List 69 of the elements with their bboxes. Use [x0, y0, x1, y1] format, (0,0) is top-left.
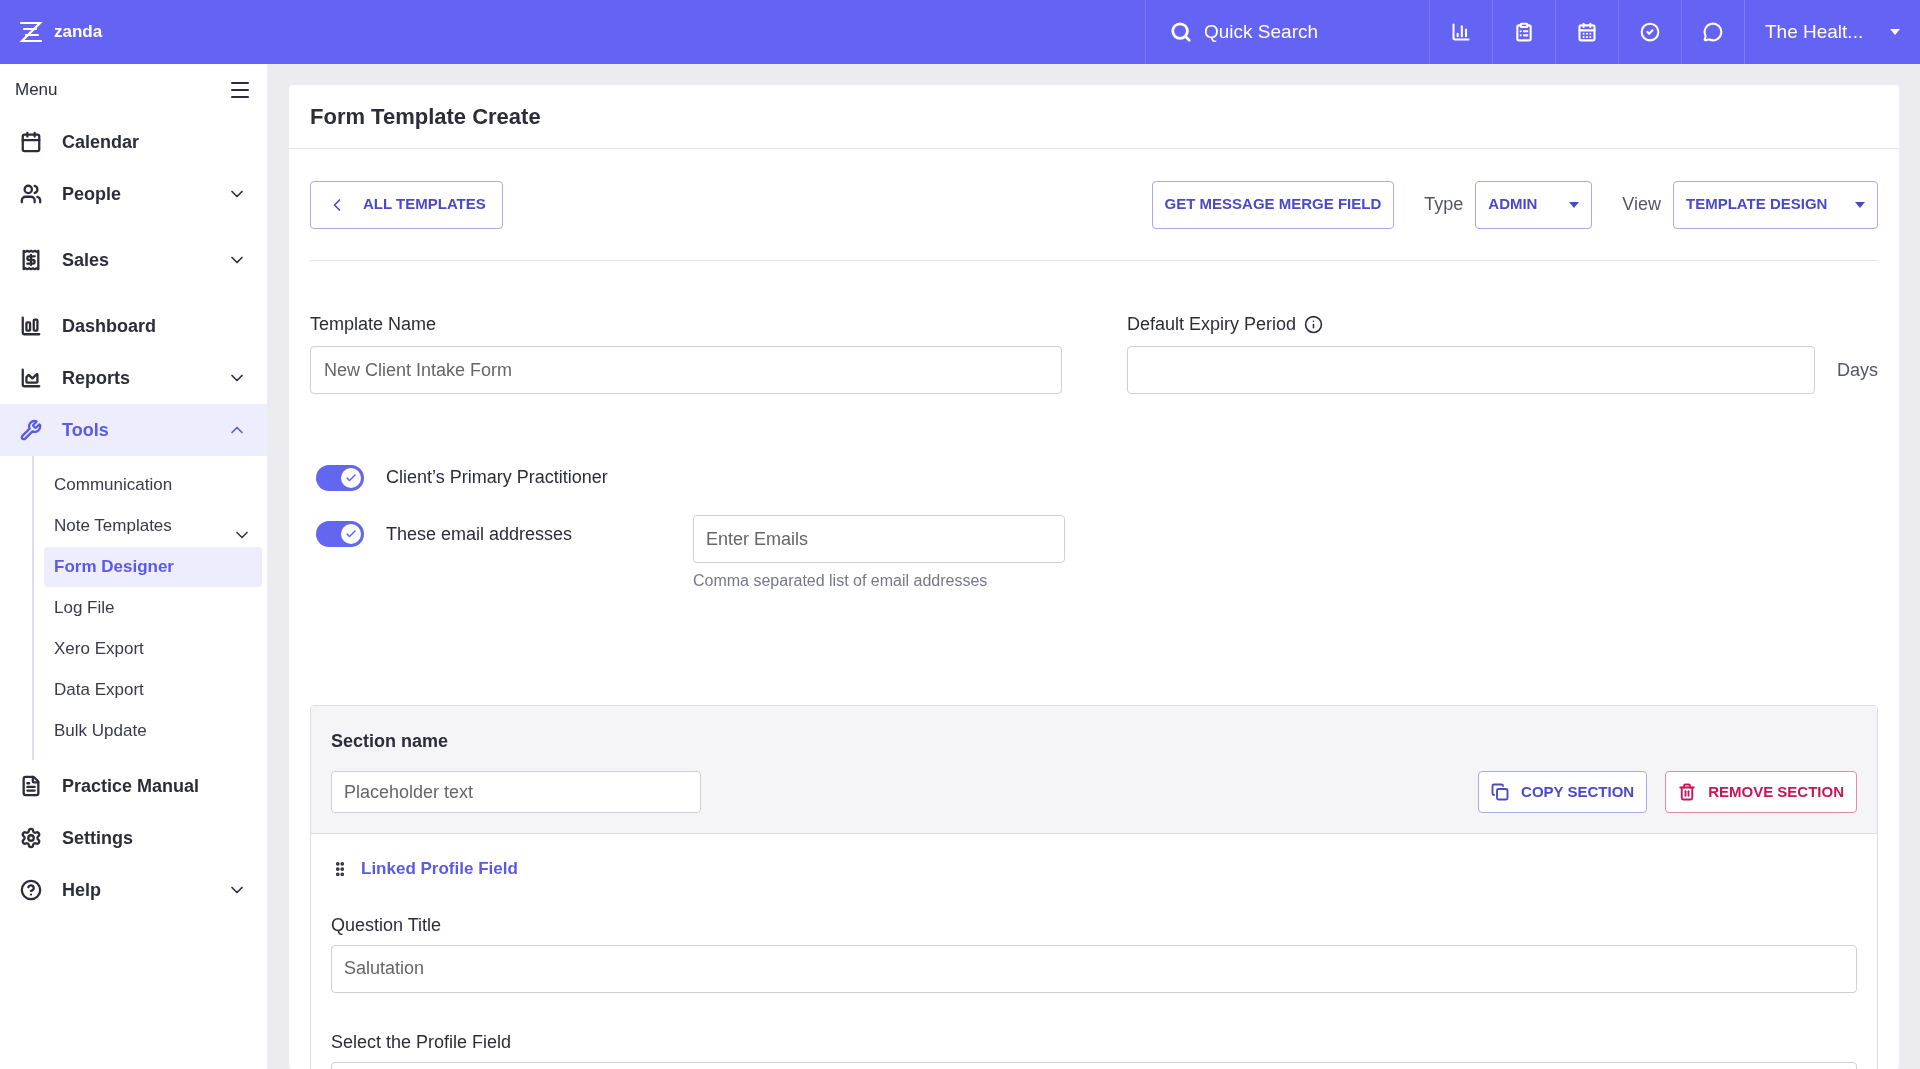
toggle-label: These email addresses — [386, 523, 574, 546]
info-icon[interactable] — [1304, 315, 1324, 334]
section-title: Section name — [331, 730, 450, 753]
merge-field-button[interactable]: GET MESSAGE MERGE FIELD — [1151, 180, 1395, 229]
bar-chart-icon — [20, 315, 42, 337]
page-title: Form Template Create — [310, 103, 541, 131]
sidebar-item[interactable]: Calendar — [0, 116, 267, 168]
calendar-icon — [20, 131, 42, 153]
sidebar-item[interactable]: Reports — [0, 352, 267, 404]
bar-chart-icon — [1451, 22, 1471, 42]
emails-field[interactable]: Enter Emails — [693, 515, 1065, 563]
trash-icon — [1678, 783, 1697, 801]
copy-icon — [1491, 783, 1510, 801]
copy-section-button[interactable]: COPY SECTION — [1478, 771, 1648, 813]
wrench-icon — [20, 419, 42, 441]
toggle-switch[interactable] — [316, 464, 364, 491]
days-unit: Days — [1837, 358, 1878, 382]
remove-section-button[interactable]: REMOVE SECTION — [1665, 771, 1857, 813]
sidebar-item[interactable]: Dashboard — [0, 300, 267, 352]
gear-icon — [20, 827, 42, 849]
sidebar-subitem[interactable]: Log File — [44, 588, 262, 628]
view-dropdown[interactable]: TEMPLATE DESIGN — [1673, 180, 1878, 229]
caret-icon — [1890, 29, 1900, 35]
toggle-switch[interactable] — [316, 521, 364, 547]
section-name-field[interactable]: Placeholder text — [331, 771, 701, 813]
check-icon — [345, 528, 357, 540]
field-label: Template Name — [310, 313, 438, 336]
sidebar-subitem[interactable]: Xero Export — [44, 629, 262, 669]
sidebar-item[interactable]: Help — [0, 864, 267, 916]
search-icon — [1170, 21, 1192, 43]
check-circle-icon — [1640, 22, 1660, 42]
check-icon — [345, 471, 357, 484]
sidebar-item[interactable]: Tools — [0, 404, 267, 456]
calendar-icon — [1577, 22, 1597, 42]
expiry-field[interactable] — [1127, 346, 1815, 394]
area-chart-icon — [20, 367, 42, 389]
menu-title: Menu — [15, 79, 58, 102]
toggle-label: Client’s Primary Practitioner — [386, 466, 608, 489]
sidebar-subitem[interactable]: Note Templates — [44, 506, 262, 546]
search-field[interactable]: Quick Search — [1204, 17, 1394, 47]
sidebar-subitem[interactable]: Bulk Update — [44, 711, 262, 751]
caret-icon — [1569, 201, 1580, 208]
field-type-link[interactable]: Linked Profile Field — [361, 856, 518, 882]
document-icon — [20, 775, 42, 797]
question-title-field[interactable]: Salutation — [331, 944, 1857, 993]
emails-hint: Comma separated list of email addresses — [693, 571, 989, 591]
people-icon — [20, 183, 42, 205]
account-menu[interactable]: The Healt... — [1744, 0, 1920, 64]
sidebar-item[interactable]: Sales — [0, 234, 267, 286]
sidebar-subitem[interactable]: Data Export — [44, 670, 262, 710]
receipt-icon — [20, 249, 42, 271]
type-label: Type — [1424, 193, 1464, 216]
help-icon — [20, 879, 42, 901]
view-label: View — [1622, 193, 1661, 216]
field-label: Select the Profile Field — [331, 1030, 513, 1054]
chat-bubble-icon — [1703, 22, 1723, 42]
sidebar-item[interactable]: Practice Manual — [0, 760, 267, 812]
caret-icon — [1855, 201, 1865, 208]
sidebar-item[interactable]: People — [0, 168, 267, 220]
sidebar-item[interactable]: Settings — [0, 812, 267, 864]
clipboard-icon — [1514, 22, 1534, 42]
sidebar-subitem[interactable]: Communication — [44, 465, 262, 505]
field-label: Question Title — [331, 913, 443, 937]
type-dropdown[interactable]: ADMIN — [1475, 180, 1593, 229]
field-label: Default Expiry Period — [1127, 313, 1297, 336]
sidebar-subitem[interactable]: Form Designer — [44, 547, 262, 587]
all-templates-button[interactable]: ALL TEMPLATES — [310, 180, 503, 229]
logo-text: zanda — [54, 21, 103, 44]
template-name-field[interactable]: New Client Intake Form — [310, 346, 1062, 394]
